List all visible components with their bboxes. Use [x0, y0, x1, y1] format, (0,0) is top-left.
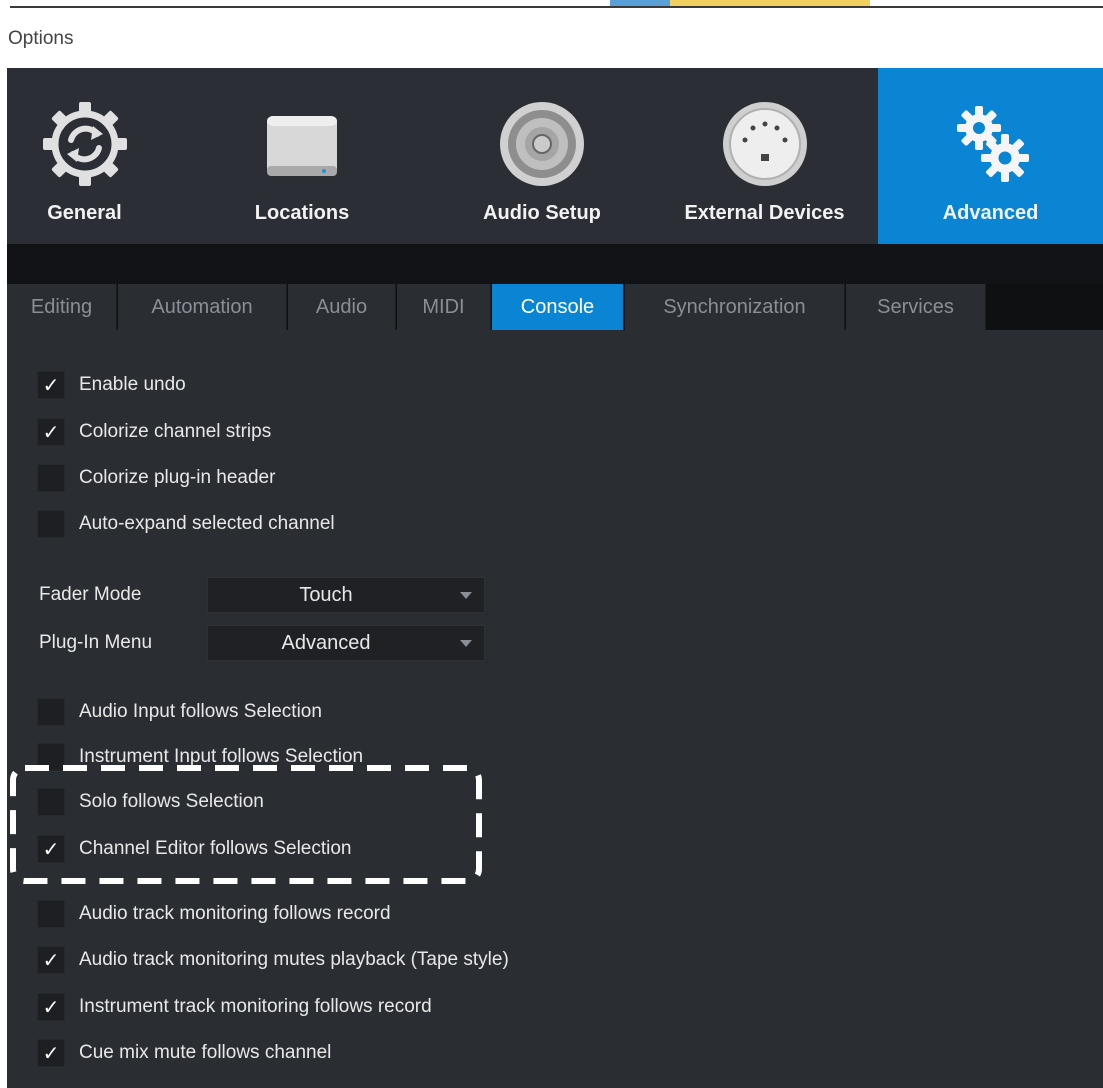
fader-mode-value: Touch: [299, 584, 353, 606]
option-label: Cue mix mute follows channel: [79, 1042, 332, 1063]
checkbox[interactable]: ✓: [37, 1039, 65, 1067]
tab-synchronization[interactable]: Synchronization: [625, 284, 845, 330]
tab-audio[interactable]: Audio: [288, 284, 396, 330]
checkmark-icon: ✓: [42, 1042, 60, 1065]
option-label: Auto-expand selected channel: [79, 513, 335, 534]
checkbox[interactable]: [37, 900, 65, 928]
category-label: Audio Setup: [483, 202, 601, 224]
title-bar: Options: [0, 8, 1103, 68]
checkbox[interactable]: [37, 464, 65, 492]
background-window-strip: [0, 0, 1103, 8]
option-label: Colorize channel strips: [79, 421, 272, 442]
midi-port-icon: [717, 96, 813, 192]
option-label: Enable undo: [79, 374, 186, 395]
category-general[interactable]: General: [7, 68, 162, 244]
tab-midi[interactable]: MIDI: [397, 284, 491, 330]
option-colorize-channel-strips[interactable]: ✓ Colorize channel strips: [37, 417, 271, 447]
category-advanced[interactable]: Advanced: [878, 68, 1103, 244]
option-audio-track-monitoring-follows-record[interactable]: Audio track monitoring follows record: [37, 899, 391, 929]
plugin-menu-dropdown[interactable]: Advanced: [207, 625, 485, 661]
fader-mode-dropdown[interactable]: Touch: [207, 577, 485, 613]
category-bar: General Locations Audio Setup External D…: [7, 68, 1103, 244]
checkbox[interactable]: ✓: [37, 371, 65, 399]
options-window: General Locations Audio Setup External D…: [7, 68, 1103, 1088]
checkmark-icon: ✓: [42, 421, 60, 444]
option-label: Audio Input follows Selection: [79, 701, 322, 722]
drive-icon: [254, 96, 350, 192]
checkbox[interactable]: ✓: [37, 993, 65, 1021]
chevron-down-icon: [460, 640, 472, 647]
option-colorize-plugin-header[interactable]: Colorize plug-in header: [37, 463, 275, 493]
option-audio-track-monitoring-mutes-playback[interactable]: ✓ Audio track monitoring mutes playback …: [37, 945, 509, 975]
checkbox[interactable]: [37, 698, 65, 726]
option-cue-mix-mute-follows-channel[interactable]: ✓ Cue mix mute follows channel: [37, 1038, 331, 1068]
dashed-highlight-annotation: [10, 765, 482, 884]
plugin-menu-label: Plug-In Menu: [39, 632, 153, 653]
option-enable-undo[interactable]: ✓ Enable undo: [37, 370, 186, 400]
checkbox[interactable]: [37, 510, 65, 538]
tab-services[interactable]: Services: [846, 284, 986, 330]
category-external-devices[interactable]: External Devices: [662, 68, 867, 244]
option-label: Audio track monitoring mutes playback (T…: [79, 949, 509, 970]
separator: [7, 244, 1103, 284]
plugin-menu-row: Plug-In Menu Advanced: [39, 625, 485, 661]
option-label: Instrument track monitoring follows reco…: [79, 996, 432, 1017]
checkmark-icon: ✓: [42, 374, 60, 397]
gears-icon: [943, 96, 1039, 192]
tab-editing[interactable]: Editing: [7, 284, 117, 330]
option-label: Colorize plug-in header: [79, 467, 276, 488]
plugin-menu-value: Advanced: [281, 632, 371, 654]
category-locations[interactable]: Locations: [202, 68, 402, 244]
fader-mode-row: Fader Mode Touch: [39, 577, 485, 613]
speaker-icon: [494, 96, 590, 192]
window-title: Options: [8, 28, 74, 49]
tab-automation[interactable]: Automation: [118, 284, 287, 330]
gear-sync-icon: [37, 96, 133, 192]
option-instrument-track-monitoring-follows-record[interactable]: ✓ Instrument track monitoring follows re…: [37, 992, 432, 1022]
checkmark-icon: ✓: [42, 949, 60, 972]
category-audio-setup[interactable]: Audio Setup: [442, 68, 642, 244]
option-audio-input-follows-selection[interactable]: Audio Input follows Selection: [37, 697, 322, 727]
console-options-panel: ✓ Enable undo ✓ Colorize channel strips …: [7, 330, 1103, 1088]
fader-mode-label: Fader Mode: [39, 584, 142, 605]
checkmark-icon: ✓: [42, 996, 60, 1019]
chevron-down-icon: [460, 592, 472, 599]
checkbox[interactable]: ✓: [37, 946, 65, 974]
category-label: Locations: [254, 202, 350, 224]
tab-console[interactable]: Console: [492, 284, 624, 330]
category-label: Advanced: [942, 202, 1039, 224]
category-label: General: [47, 202, 122, 224]
category-label: External Devices: [684, 202, 845, 224]
option-auto-expand-selected-channel[interactable]: Auto-expand selected channel: [37, 509, 335, 539]
checkbox[interactable]: ✓: [37, 418, 65, 446]
option-label: Audio track monitoring follows record: [79, 903, 391, 924]
